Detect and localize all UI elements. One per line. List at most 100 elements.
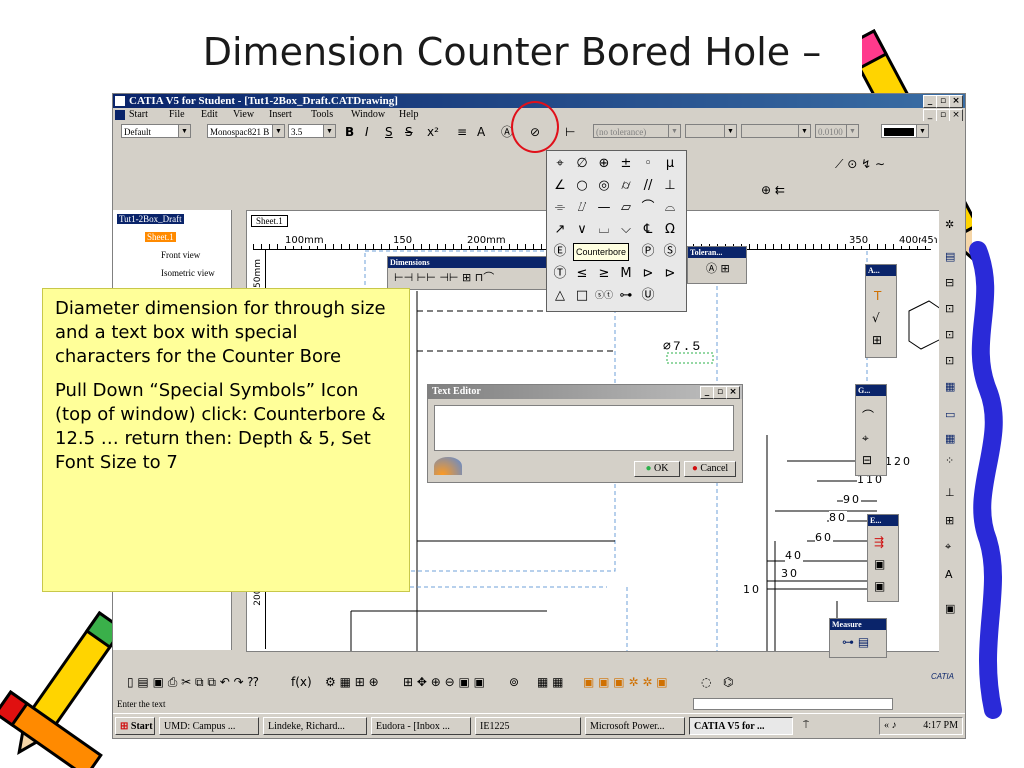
chevron-down-icon[interactable]: ▼: [272, 125, 284, 137]
symbol-item[interactable]: ⌰: [571, 197, 593, 219]
symbol-item[interactable]: ↗: [549, 219, 571, 241]
tools-icon[interactable]: ⚙ ▦ ⊞ ⊕: [325, 675, 379, 689]
symbol-item[interactable]: ℄: [637, 219, 659, 241]
align-icon[interactable]: ≡: [457, 125, 467, 139]
thread-icon[interactable]: ⊟: [862, 453, 872, 467]
chevron-down-icon[interactable]: ▼: [178, 125, 190, 137]
symbol-item[interactable]: ⊥: [659, 175, 681, 197]
toolbar-icon[interactable]: ⊡: [945, 328, 954, 342]
precision-type-combo[interactable]: ▼: [741, 124, 811, 138]
generation-toolbar[interactable]: G... ⌒ ⌖ ⊟: [855, 384, 887, 476]
file-tools-icon[interactable]: ▯ ▤ ▣ ⎙ ✂ ⧉ ⧉ ↶ ↷ ⁇: [127, 675, 259, 689]
symbol-item[interactable]: ⌵: [615, 219, 637, 241]
command-input[interactable]: [693, 698, 893, 710]
position-icon[interactable]: ⊕ ⇇: [761, 183, 785, 197]
menu-help[interactable]: Help: [399, 108, 418, 121]
menu-insert[interactable]: Insert: [269, 108, 292, 121]
extract-icon[interactable]: ▣: [874, 557, 885, 571]
symbol-item[interactable]: ⊳: [637, 263, 659, 285]
toolbar-icon[interactable]: ⊟: [945, 276, 954, 290]
symbol-item[interactable]: ⊳: [659, 263, 681, 285]
dimension-tools-icon[interactable]: ⊢⊣ ⊢⊢ ⊣⊢ ⊞ ⊓⌒: [394, 271, 494, 285]
measure-toolbar[interactable]: Measure ⊶ ▤: [829, 618, 887, 658]
drawing-tools-icon[interactable]: ▣ ▣ ▣ ✲ ✲ ▣: [583, 675, 668, 689]
chevron-down-icon[interactable]: ▼: [916, 125, 928, 137]
symbol-item[interactable]: □: [571, 285, 593, 307]
taskbar-item[interactable]: UMD: Campus ...: [159, 717, 259, 735]
taskbar-item-active[interactable]: CATIA V5 for ...: [689, 717, 793, 735]
strikethrough-icon[interactable]: S: [405, 125, 413, 139]
menu-file[interactable]: File: [169, 108, 185, 121]
toolbar-icon[interactable]: ▣: [945, 602, 955, 616]
symbol-item[interactable]: —: [593, 197, 615, 219]
toolbar-icon[interactable]: ▭: [945, 408, 955, 422]
tolerance-combo[interactable]: (no tolerance) ▼: [593, 124, 681, 138]
symbol-item[interactable]: Ⓣ: [549, 263, 571, 285]
extract-toolbar[interactable]: E... ⇶ ▣ ▣: [867, 514, 899, 602]
toolbar-icon[interactable]: ⊞: [945, 514, 954, 528]
text-icon[interactable]: T: [874, 289, 881, 303]
symbol-item[interactable]: ⊕: [593, 153, 615, 175]
start-button[interactable]: ⊞ Start: [115, 717, 155, 735]
toolbar-icon[interactable]: ▤: [945, 250, 955, 264]
toolbar-icon[interactable]: ▦: [945, 432, 955, 446]
symbol-item[interactable]: ⌴: [593, 219, 615, 241]
minimize-icon[interactable]: _: [923, 95, 937, 108]
menu-window[interactable]: Window: [351, 108, 385, 121]
table-icon[interactable]: ⊞: [872, 333, 882, 347]
symbol-item[interactable]: M: [615, 263, 637, 285]
tolerance-value-combo[interactable]: ▼: [685, 124, 737, 138]
symbol-item[interactable]: Ω: [659, 219, 681, 241]
taskbar-item[interactable]: IE1225: [475, 717, 581, 735]
cancel-button[interactable]: ● Cancel: [684, 461, 736, 477]
symbol-item[interactable]: ⓢⓣ: [593, 285, 615, 307]
grid-icon[interactable]: ▦ ▦: [537, 675, 564, 689]
symbol-item[interactable]: Ⓔ: [549, 241, 571, 263]
color-combo[interactable]: ▼: [881, 124, 929, 138]
tolerance-toolbar[interactable]: Toleran... Ⓐ ⊞: [687, 246, 747, 284]
symbol-item[interactable]: ∅: [571, 153, 593, 175]
hide-icon[interactable]: ◌: [701, 675, 711, 689]
datum-icon[interactable]: Ⓐ ⊞: [706, 262, 730, 276]
menu-view[interactable]: View: [233, 108, 254, 121]
symbol-item[interactable]: ⌭: [615, 175, 637, 197]
menu-start[interactable]: Start: [129, 108, 148, 121]
taskbar-item[interactable]: Eudora - [Inbox ...: [371, 717, 471, 735]
minimize-icon[interactable]: _: [700, 386, 714, 399]
chevron-down-icon[interactable]: ▼: [724, 125, 736, 137]
symbol-item[interactable]: ⌖: [549, 153, 571, 175]
tree-item-front-view[interactable]: Front view: [161, 250, 200, 260]
close-icon[interactable]: ×: [949, 95, 963, 108]
symbol-item[interactable]: //: [637, 175, 659, 197]
font-size-combo[interactable]: 3.5 ▼: [288, 124, 336, 138]
menu-edit[interactable]: Edit: [201, 108, 218, 121]
dimensions-toolbar[interactable]: Dimensions ⊢⊣ ⊢⊢ ⊣⊢ ⊞ ⊓⌒: [387, 256, 559, 290]
symbol-item[interactable]: ±: [615, 153, 637, 175]
text-editor-input[interactable]: [434, 405, 734, 451]
diameter-dimension[interactable]: ∅7.5: [663, 339, 702, 354]
symbol-item[interactable]: ⌓: [659, 197, 681, 219]
annotations-toolbar[interactable]: A... T √ ⊞: [865, 264, 897, 358]
symbol-item[interactable]: ∠: [549, 175, 571, 197]
font-combo[interactable]: Monospac821 B ▼: [207, 124, 285, 138]
chevron-down-icon[interactable]: ▼: [323, 125, 335, 137]
taskbar-item[interactable]: Microsoft Power...: [585, 717, 685, 735]
refresh-icon[interactable]: ⊚: [509, 675, 519, 689]
symbol-item[interactable]: Ⓢ: [659, 241, 681, 263]
symbol-item[interactable]: ◎: [593, 175, 615, 197]
arrow-icon[interactable]: ⇶: [874, 535, 884, 549]
chevron-down-icon[interactable]: ▼: [668, 125, 680, 137]
toolbar-icon[interactable]: ⊡: [945, 302, 954, 316]
style-combo[interactable]: Default ▼: [121, 124, 191, 138]
tree-root[interactable]: Tut1-2Box_Draft: [117, 214, 184, 224]
toolbar-icon[interactable]: ⊡: [945, 354, 954, 368]
close-icon[interactable]: ×: [726, 386, 740, 399]
tray-icons[interactable]: « ♪: [884, 718, 897, 734]
extract-icon[interactable]: ▣: [874, 579, 885, 593]
symbol-item[interactable]: ≤: [571, 263, 593, 285]
symbol-item[interactable]: ▱: [615, 197, 637, 219]
symbol-item[interactable]: Ⓤ: [637, 285, 659, 307]
measure-icon[interactable]: ⊶ ▤: [842, 635, 869, 649]
toolbar-icon[interactable]: ⁘: [945, 454, 954, 468]
chevron-down-icon[interactable]: ▼: [846, 125, 858, 137]
